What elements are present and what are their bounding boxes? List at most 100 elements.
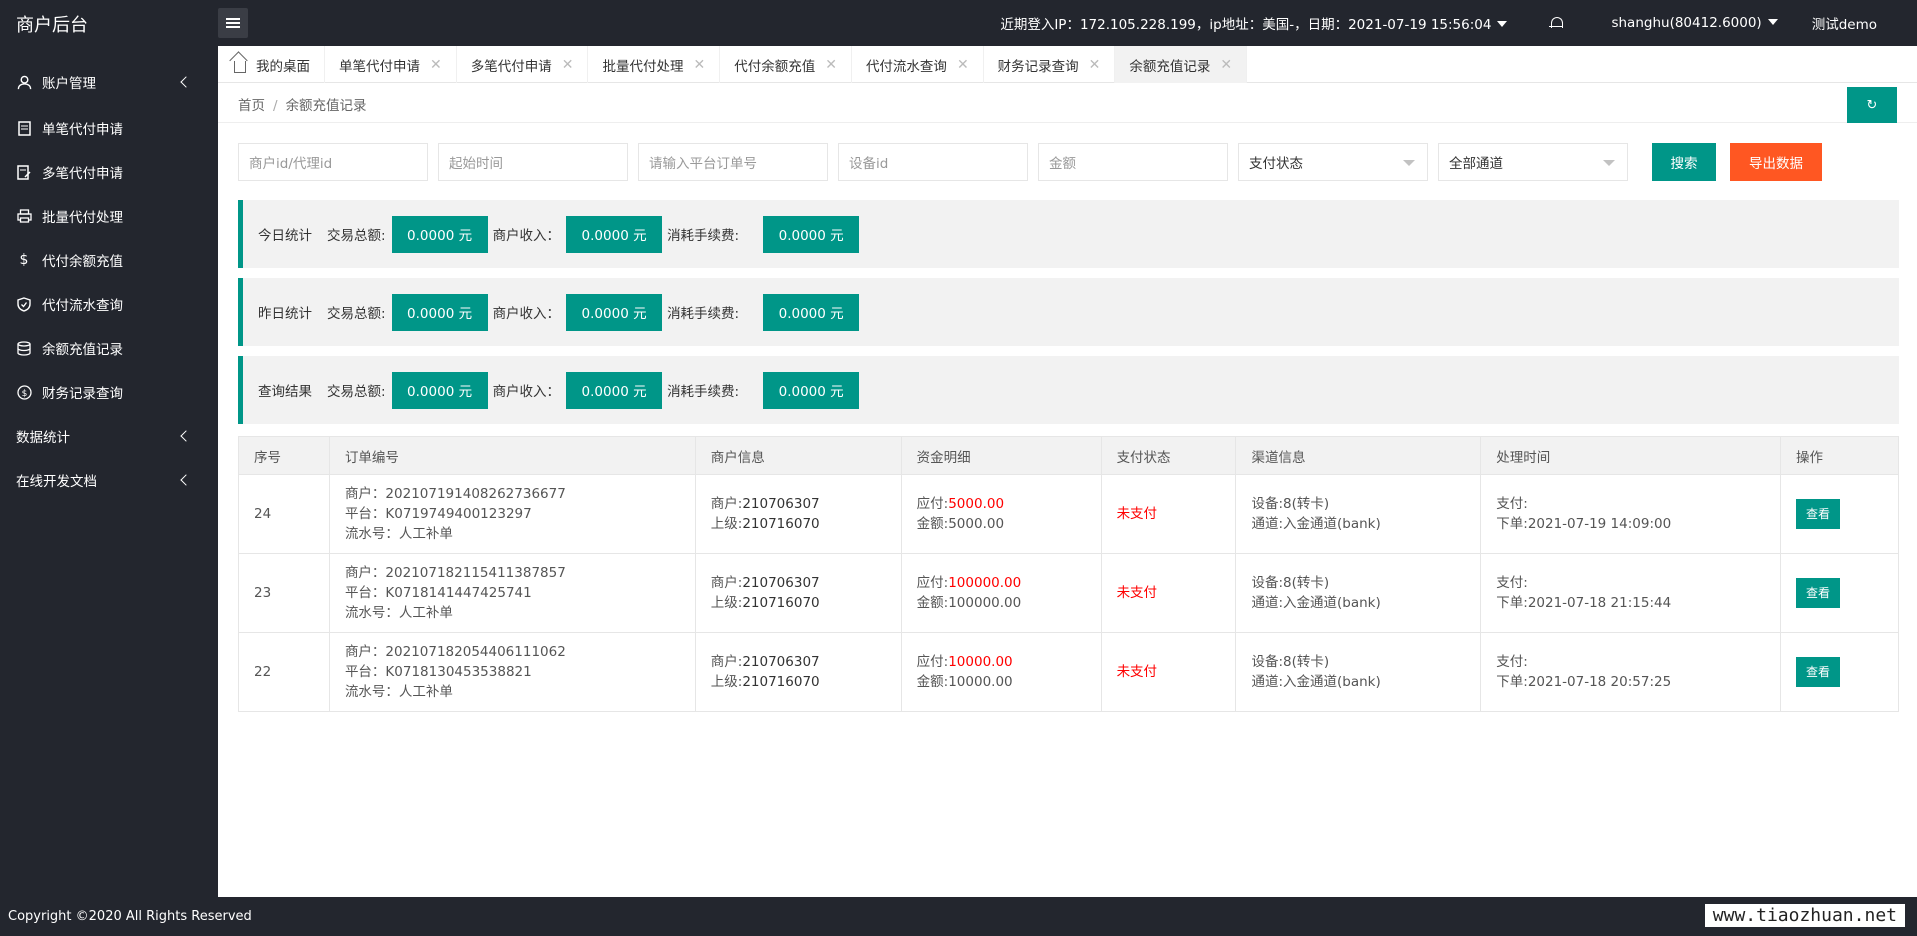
- tab-finance-records[interactable]: 财务记录查询 ✕: [984, 46, 1116, 83]
- sidebar-item-label: 批量代付处理: [42, 210, 123, 226]
- breadcrumb-home[interactable]: 首页: [238, 98, 265, 114]
- sidebar-item-batch-payout[interactable]: 批量代付处理: [0, 194, 218, 238]
- copyright-text: Copyright ©2020 All Rights Reserved: [8, 909, 252, 924]
- amount-value: 100000.00: [948, 595, 1022, 611]
- table-header-row: 序号 订单编号 商户信息 资金明细 支付状态 渠道信息 处理时间 操作: [238, 436, 1899, 475]
- parent-key: 上级:: [710, 595, 743, 611]
- refresh-button[interactable]: ↻: [1847, 87, 1897, 123]
- channel-select[interactable]: 全部通道: [1438, 143, 1628, 181]
- due-key: 应付:: [916, 654, 949, 670]
- coin-icon: $: [16, 384, 32, 400]
- channel-name: 通道:入金通道(bank): [1251, 516, 1381, 532]
- stat-today: 今日统计 交易总额: 0.0000 元 商户收入： 0.0000 元 消耗手续费…: [238, 200, 1899, 268]
- sidebar-item-topup-records[interactable]: 余额充值记录: [0, 326, 218, 370]
- top-header: 商户后台 近期登入IP：172.105.228.199，ip地址：美国-，日期：…: [0, 0, 1917, 46]
- sidebar-item-payout-flow[interactable]: 代付流水查询: [0, 282, 218, 326]
- merchant-id-input[interactable]: 商户id/代理id: [238, 143, 428, 181]
- due-value: 5000.00: [948, 496, 1005, 512]
- chevron-left-icon: [180, 474, 192, 486]
- dollar-icon: $: [19, 252, 29, 268]
- pay-time: 支付:: [1496, 496, 1528, 512]
- tab-label: 单笔代付申请: [339, 58, 420, 75]
- order-platform-no: 平台：K0719749400123297: [344, 506, 532, 522]
- login-info[interactable]: 近期登入IP：172.105.228.199，ip地址：美国-，日期：2021-…: [1000, 13, 1508, 33]
- sidebar-item-account[interactable]: 账户管理: [0, 46, 218, 106]
- svg-text:$: $: [21, 389, 27, 399]
- demo-link[interactable]: 测试demo: [1812, 13, 1877, 33]
- app-logo[interactable]: 商户后台: [16, 11, 88, 37]
- tab-balance-topup[interactable]: 代付余额充值 ✕: [720, 46, 852, 83]
- menu-toggle-button[interactable]: [218, 8, 248, 38]
- tab-batch-payout[interactable]: 批量代付处理 ✕: [588, 46, 721, 83]
- close-icon[interactable]: ✕: [430, 57, 442, 73]
- breadcrumb-bar: 首页 / 余额充值记录 ↻: [218, 84, 1917, 123]
- tab-topup-records[interactable]: 余额充值记录 ✕: [1115, 46, 1248, 83]
- caret-down-icon: [1767, 19, 1778, 25]
- stat-total-key: 交易总额:: [327, 384, 386, 400]
- merchant-key: 商户:: [710, 575, 743, 591]
- cell-action: 查看: [1780, 553, 1899, 633]
- tab-label: 批量代付处理: [602, 58, 684, 75]
- view-button[interactable]: 查看: [1796, 657, 1841, 687]
- col-header-status: 支付状态: [1100, 436, 1237, 475]
- user-menu[interactable]: shanghu(80412.6000): [1611, 15, 1778, 31]
- order-merchant-no: 商户：202107191408262736677: [344, 486, 566, 502]
- printer-icon: [16, 208, 32, 224]
- order-time: 下单:2021-07-19 14:09:00: [1496, 516, 1672, 532]
- cell-merchant: 商户:210706307 上级:210716070: [694, 474, 902, 554]
- cell-index: 24: [238, 474, 330, 554]
- parent-key: 上级:: [710, 516, 743, 532]
- sidebar-item-label: 在线开发文档: [16, 474, 97, 490]
- sidebar-item-finance-records[interactable]: $ 财务记录查询: [0, 370, 218, 414]
- col-header-channel: 渠道信息: [1235, 436, 1482, 475]
- table-row: 22 商户：202107182054406111062 平台：K07181304…: [238, 632, 1899, 712]
- bell-icon[interactable]: [1549, 16, 1564, 30]
- amount-input[interactable]: 金额: [1038, 143, 1228, 181]
- pay-status-select[interactable]: 支付状态: [1238, 143, 1428, 181]
- cell-merchant: 商户:210706307 上级:210716070: [694, 553, 902, 633]
- channel-device: 设备:8(转卡): [1251, 575, 1330, 591]
- cell-index: 22: [238, 632, 330, 712]
- cell-index: 23: [238, 553, 330, 633]
- view-button[interactable]: 查看: [1796, 578, 1841, 608]
- pay-time: 支付:: [1496, 654, 1528, 670]
- close-icon[interactable]: ✕: [957, 57, 969, 73]
- export-button[interactable]: 导出数据: [1730, 143, 1822, 181]
- view-button[interactable]: 查看: [1796, 499, 1841, 529]
- close-icon[interactable]: ✕: [693, 57, 705, 73]
- tab-single-payout[interactable]: 单笔代付申请 ✕: [325, 46, 457, 83]
- user-icon: [16, 74, 32, 90]
- stat-fee-key: 消耗手续费:: [667, 384, 740, 400]
- sidebar-item-dev-docs[interactable]: 在线开发文档: [0, 458, 218, 502]
- sidebar-item-data-stats[interactable]: 数据统计: [0, 414, 218, 458]
- login-info-text: 近期登入IP：172.105.228.199，ip地址：美国-，日期：2021-…: [1000, 17, 1492, 33]
- cell-channel: 设备:8(转卡) 通道:入金通道(bank): [1235, 474, 1482, 554]
- close-icon[interactable]: ✕: [1089, 57, 1101, 73]
- device-id-input[interactable]: 设备id: [838, 143, 1028, 181]
- start-time-input[interactable]: 起始时间: [438, 143, 628, 181]
- order-time: 下单:2021-07-18 21:15:44: [1496, 595, 1672, 611]
- stat-total-value: 0.0000 元: [391, 371, 488, 409]
- refresh-icon: ↻: [1866, 97, 1878, 113]
- sidebar-item-label: 代付流水查询: [42, 298, 123, 314]
- tab-label: 财务记录查询: [997, 58, 1079, 75]
- tab-desktop[interactable]: 我的桌面: [218, 46, 325, 83]
- merchant-value: 210706307: [742, 496, 820, 512]
- order-platform-no: 平台：K0718130453538821: [344, 664, 532, 680]
- sidebar-item-label: 账户管理: [42, 76, 96, 92]
- close-icon[interactable]: ✕: [562, 57, 574, 73]
- sidebar-item-label: 多笔代付申请: [42, 166, 123, 182]
- sidebar-item-single-payout[interactable]: 单笔代付申请: [0, 106, 218, 150]
- close-icon[interactable]: ✕: [1220, 57, 1232, 73]
- cell-time: 支付: 下单:2021-07-18 20:57:25: [1480, 632, 1782, 712]
- tab-multi-payout[interactable]: 多笔代付申请 ✕: [457, 46, 589, 83]
- sidebar-item-multi-payout[interactable]: 多笔代付申请: [0, 150, 218, 194]
- order-number-input[interactable]: 请输入平台订单号: [638, 143, 828, 181]
- order-serial: 流水号：人工补单: [344, 684, 453, 700]
- stat-yesterday: 昨日统计 交易总额: 0.0000 元 商户收入： 0.0000 元 消耗手续费…: [238, 278, 1899, 346]
- close-icon[interactable]: ✕: [825, 57, 837, 73]
- tab-payout-flow[interactable]: 代付流水查询 ✕: [852, 46, 984, 83]
- search-button[interactable]: 搜索: [1652, 143, 1716, 181]
- sidebar-item-balance-topup[interactable]: $ 代付余额充值: [0, 238, 218, 282]
- stat-income-key: 商户收入：: [492, 384, 561, 400]
